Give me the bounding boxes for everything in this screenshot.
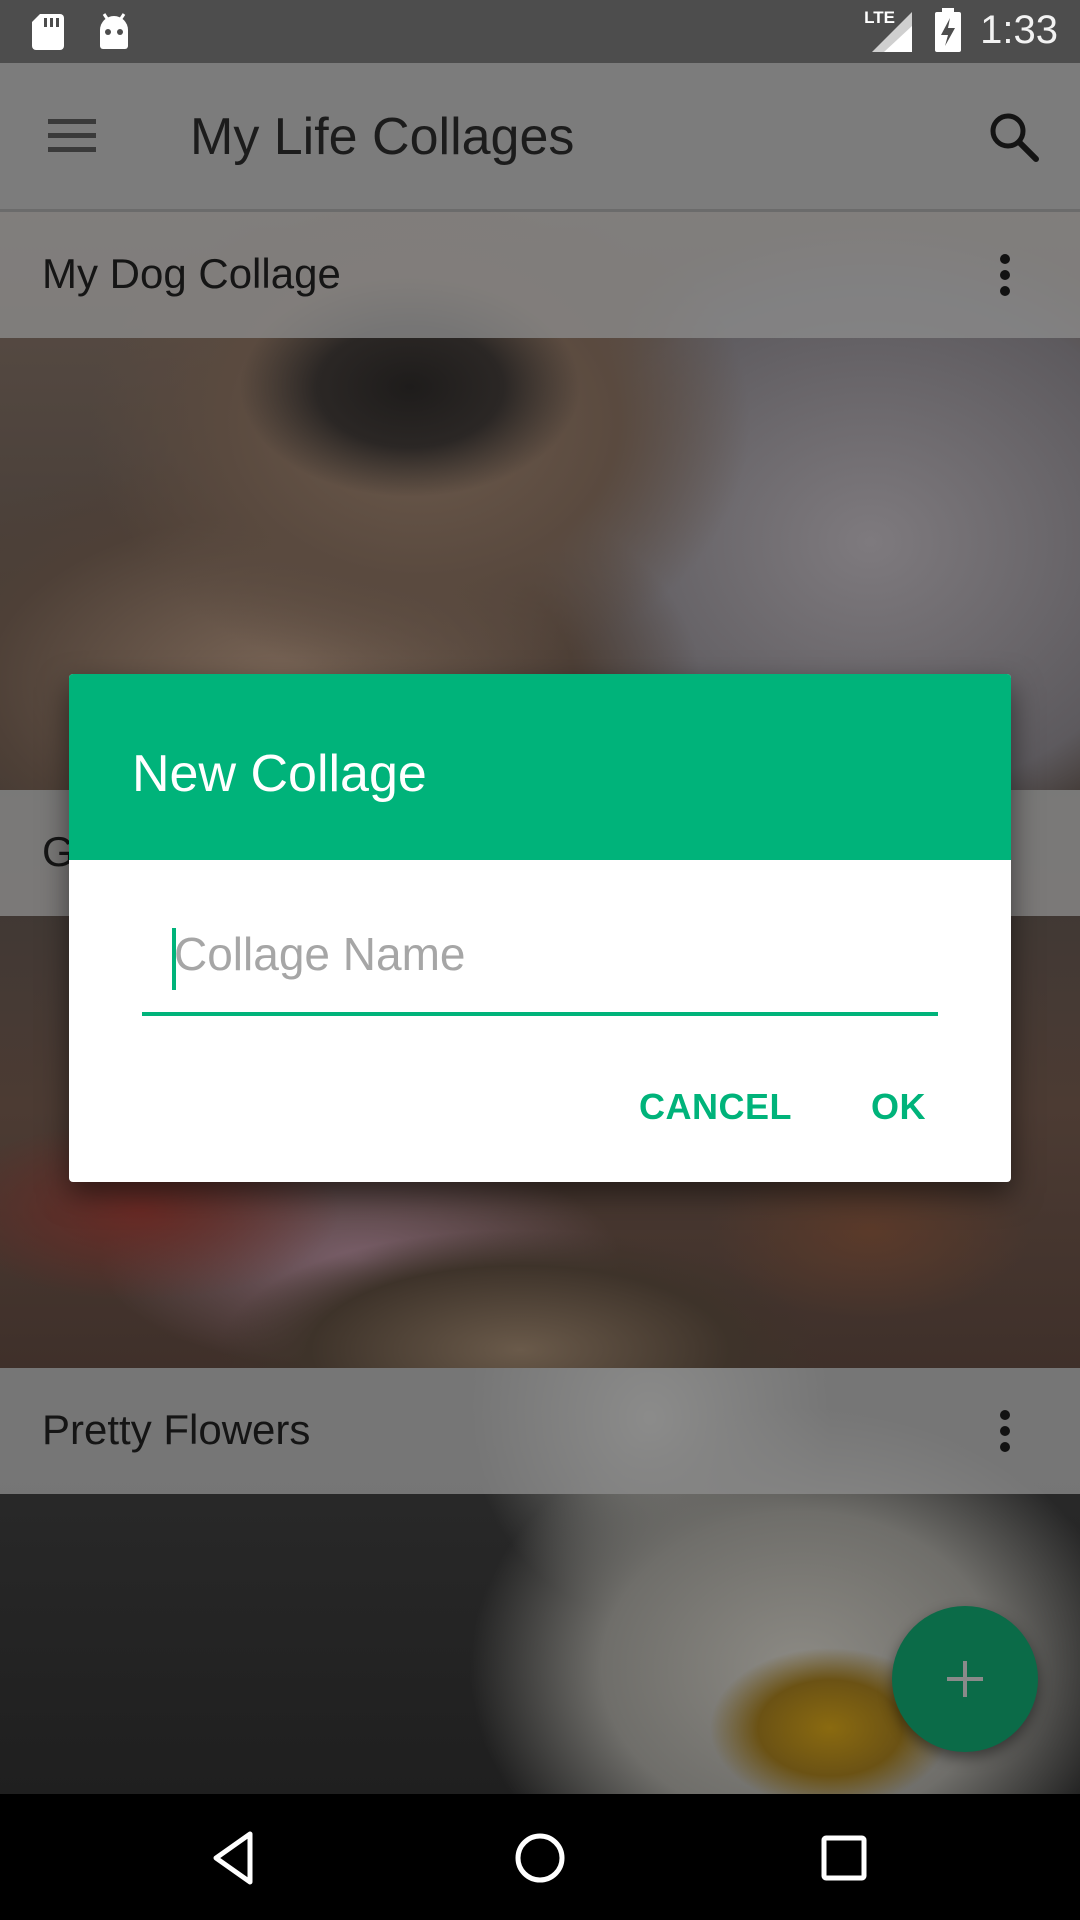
- dialog-header: New Collage: [69, 674, 1011, 860]
- ok-button[interactable]: OK: [871, 1086, 926, 1128]
- new-collage-dialog: New Collage CANCEL OK: [69, 674, 1011, 1182]
- sd-card-icon: [32, 14, 64, 50]
- plus-icon: [947, 1661, 983, 1697]
- overflow-menu-icon[interactable]: [990, 252, 1020, 298]
- app-bar: My Life Collages: [0, 63, 1080, 211]
- cancel-button[interactable]: CANCEL: [639, 1086, 792, 1128]
- collage-name: My Dog Collage: [42, 250, 341, 297]
- collage-header: My Dog Collage: [0, 212, 1080, 338]
- lte-signal-icon: LTE: [864, 6, 916, 54]
- collage-header: Pretty Flowers: [0, 1368, 1080, 1494]
- recents-icon[interactable]: [814, 1828, 874, 1888]
- add-collage-button[interactable]: [892, 1606, 1038, 1752]
- android-icon: [100, 13, 128, 49]
- battery-charging-icon: [935, 8, 962, 52]
- overflow-menu-icon[interactable]: [990, 1408, 1020, 1454]
- back-icon[interactable]: [206, 1828, 266, 1888]
- collage-name: Pretty Flowers: [42, 1406, 311, 1453]
- home-icon[interactable]: [510, 1828, 570, 1888]
- dialog-title: New Collage: [132, 745, 427, 803]
- navigation-bar: [0, 1794, 1080, 1920]
- text-cursor: [172, 928, 176, 990]
- status-bar: LTE 1:33: [0, 0, 1080, 63]
- page-title: My Life Collages: [190, 108, 575, 166]
- collage-name-input[interactable]: [142, 918, 938, 990]
- collage-name-field[interactable]: [142, 918, 938, 990]
- clock: 1:33: [980, 7, 1058, 52]
- network-label: LTE: [864, 8, 895, 27]
- menu-icon[interactable]: [44, 113, 100, 159]
- input-underline: [142, 1012, 938, 1016]
- search-icon[interactable]: [986, 109, 1042, 165]
